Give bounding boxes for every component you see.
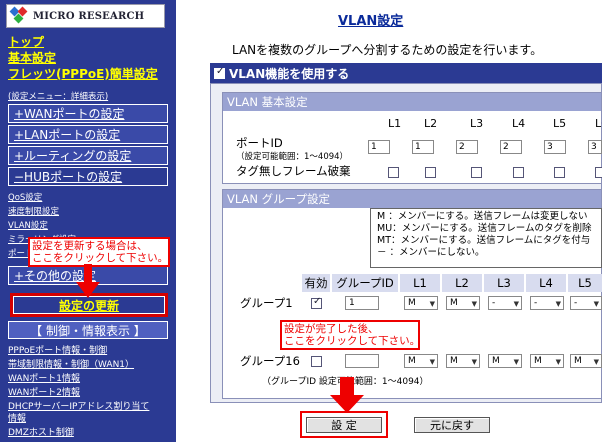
group-col-id: グループID — [332, 274, 398, 292]
menu-routing-button[interactable]: +ルーティングの設定 — [8, 146, 168, 165]
group1-l5-select[interactable]: - — [570, 296, 602, 310]
group16-l4-select[interactable]: M — [530, 354, 564, 368]
port-col-l6: L6 — [595, 117, 602, 130]
port-id-input-l4[interactable]: 2 — [500, 140, 522, 154]
menu-lan-button[interactable]: +LANポートの設定 — [8, 125, 168, 144]
group1-l2-select[interactable]: M — [446, 296, 480, 310]
group16-l2-select[interactable]: M — [446, 354, 480, 368]
sidebar: MICRO RESEARCH トップ 基本設定 フレッツ(PPPoE)簡単設定 … — [0, 0, 176, 442]
tag-discard-checkbox-l6[interactable] — [595, 167, 602, 178]
vlan-enable-bar: VLAN機能を使用する — [210, 63, 602, 83]
set-button[interactable]: 設 定 — [306, 417, 382, 433]
group-col-l5: L5 — [568, 274, 602, 292]
ctrl-pppoe-link[interactable]: PPPoEポート情報・制御 — [8, 346, 107, 356]
group-col-enabled: 有効 — [302, 274, 330, 292]
vlan-group-header: VLAN グループ設定 — [223, 190, 601, 208]
legend-m: M ：メンバーにする。送信フレームは変更しない — [377, 211, 588, 222]
group16-enabled-checkbox[interactable] — [311, 356, 322, 367]
tag-discard-checkbox-l5[interactable] — [554, 167, 565, 178]
done-hint-line1: 設定が完了した後、 — [284, 323, 379, 335]
group-col-l3: L3 — [484, 274, 524, 292]
menu-wan-button[interactable]: +WANポートの設定 — [8, 104, 168, 123]
ctrl-dmz-link[interactable]: DMZホスト制御 — [8, 428, 74, 438]
logo-text: MICRO RESEARCH — [33, 10, 145, 22]
group16-l1-select[interactable]: M — [404, 354, 438, 368]
page-description: LANを複数のグループへ分割するための設定を行います。 — [232, 43, 543, 57]
tag-discard-checkbox-l1[interactable] — [388, 167, 399, 178]
page-title: VLAN設定 — [338, 14, 404, 29]
port-id-input-l2[interactable]: 1 — [412, 140, 434, 154]
menu-wan-label: +WANポートの設定 — [14, 107, 125, 121]
port-id-input-l3[interactable]: 2 — [456, 140, 478, 154]
hub-speed-limit-link[interactable]: 速度制限設定 — [8, 205, 59, 217]
tag-discard-label: タグ無しフレーム破棄 — [236, 164, 351, 178]
ctrl-bandwidth-link[interactable]: 帯域制限情報・制御（WAN1） — [8, 360, 134, 370]
nav-top-link[interactable]: トップ — [8, 33, 44, 50]
legend-mu: MU：メンバーにする。送信フレームのタグを削除 — [377, 223, 592, 234]
port-col-l2: L2 — [424, 117, 438, 130]
update-hint-callout: 設定を更新する場合は、 ここをクリックして下さい。 — [28, 237, 170, 267]
legend-mt: MT：メンバーにする。送信フレームにタグを付与 — [377, 235, 591, 246]
logo: MICRO RESEARCH — [6, 4, 165, 28]
ctrl-dhcp-link[interactable]: DHCPサーバーIPアドレス割り当て — [8, 402, 149, 412]
ctrl-wan1-link[interactable]: WANポート1情報 — [8, 374, 80, 384]
port-col-l5: L5 — [553, 117, 567, 130]
tag-discard-checkbox-l2[interactable] — [425, 167, 436, 178]
group16-id-input[interactable] — [345, 354, 379, 368]
menu-routing-label: +ルーティングの設定 — [14, 149, 132, 163]
port-col-l4: L4 — [512, 117, 526, 130]
port-id-input-l6[interactable]: 3 — [588, 140, 602, 154]
group1-enabled-checkbox[interactable] — [311, 296, 322, 309]
vlan-enable-checkbox[interactable] — [214, 66, 225, 79]
ctrl-wan2-link[interactable]: WANポート2情報 — [8, 388, 80, 398]
done-hint-line2: ここをクリックして下さい。 — [284, 335, 421, 347]
group-col-l4: L4 — [526, 274, 566, 292]
down-arrow-icon — [76, 264, 100, 298]
vlan-basic-header: VLAN 基本設定 — [223, 93, 601, 111]
hub-vlan-link[interactable]: VLAN設定 — [8, 219, 48, 231]
port-id-input-l1[interactable]: 1 — [368, 140, 390, 154]
group16-l5-select[interactable]: M — [570, 354, 602, 368]
group16-label: グループ16 — [240, 354, 300, 368]
tag-discard-checkbox-l3[interactable] — [471, 167, 482, 178]
port-id-input-l5[interactable]: 3 — [544, 140, 566, 154]
legend-none: － ：メンバーにしない。 — [377, 247, 485, 258]
group16-l3-select[interactable]: M — [488, 354, 522, 368]
menu-lan-label: +LANポートの設定 — [14, 128, 121, 142]
group1-l3-select[interactable]: - — [488, 296, 522, 310]
update-settings-button[interactable]: 設定の更新 — [13, 296, 165, 314]
menu-hub-label: −HUBポートの設定 — [14, 170, 123, 184]
control-info-header: 【 制御・情報表示 】 — [8, 321, 168, 339]
logo-mark-icon — [9, 6, 29, 24]
tag-discard-checkbox-l4[interactable] — [513, 167, 524, 178]
port-col-l3: L3 — [470, 117, 484, 130]
menu-mode-link[interactable]: (設定メニュー：詳細表示) — [8, 90, 108, 102]
port-col-l1: L1 — [388, 117, 402, 130]
down-arrow-icon — [330, 377, 364, 413]
update-hint-line1: 設定を更新する場合は、 — [32, 240, 148, 252]
group-col-l2: L2 — [442, 274, 482, 292]
nav-basic-settings-link[interactable]: 基本設定 — [8, 49, 56, 66]
group1-id-input[interactable]: 1 — [345, 296, 379, 310]
revert-button[interactable]: 元に戻す — [414, 417, 490, 433]
group-col-l1: L1 — [400, 274, 440, 292]
port-id-label: ポートID — [236, 136, 283, 150]
vlan-enable-label: VLAN機能を使用する — [229, 66, 350, 81]
port-id-range: （設定可能範囲：1〜4094） — [236, 152, 349, 162]
group1-l4-select[interactable]: - — [530, 296, 564, 310]
member-legend-box: M ：メンバーにする。送信フレームは変更しない MU：メンバーにする。送信フレー… — [370, 208, 602, 268]
ctrl-dhcp-info-link[interactable]: 情報 — [8, 414, 26, 424]
update-hint-line2: ここをクリックして下さい。 — [32, 252, 169, 264]
done-hint-callout: 設定が完了した後、 ここをクリックして下さい。 — [280, 320, 420, 350]
group1-label: グループ1 — [240, 296, 293, 310]
hub-qos-link[interactable]: QoS設定 — [8, 191, 42, 203]
nav-flets-pppoe-link[interactable]: フレッツ(PPPoE)簡単設定 — [8, 65, 158, 82]
menu-hub-button[interactable]: −HUBポートの設定 — [8, 167, 168, 186]
group1-l1-select[interactable]: M — [404, 296, 438, 310]
